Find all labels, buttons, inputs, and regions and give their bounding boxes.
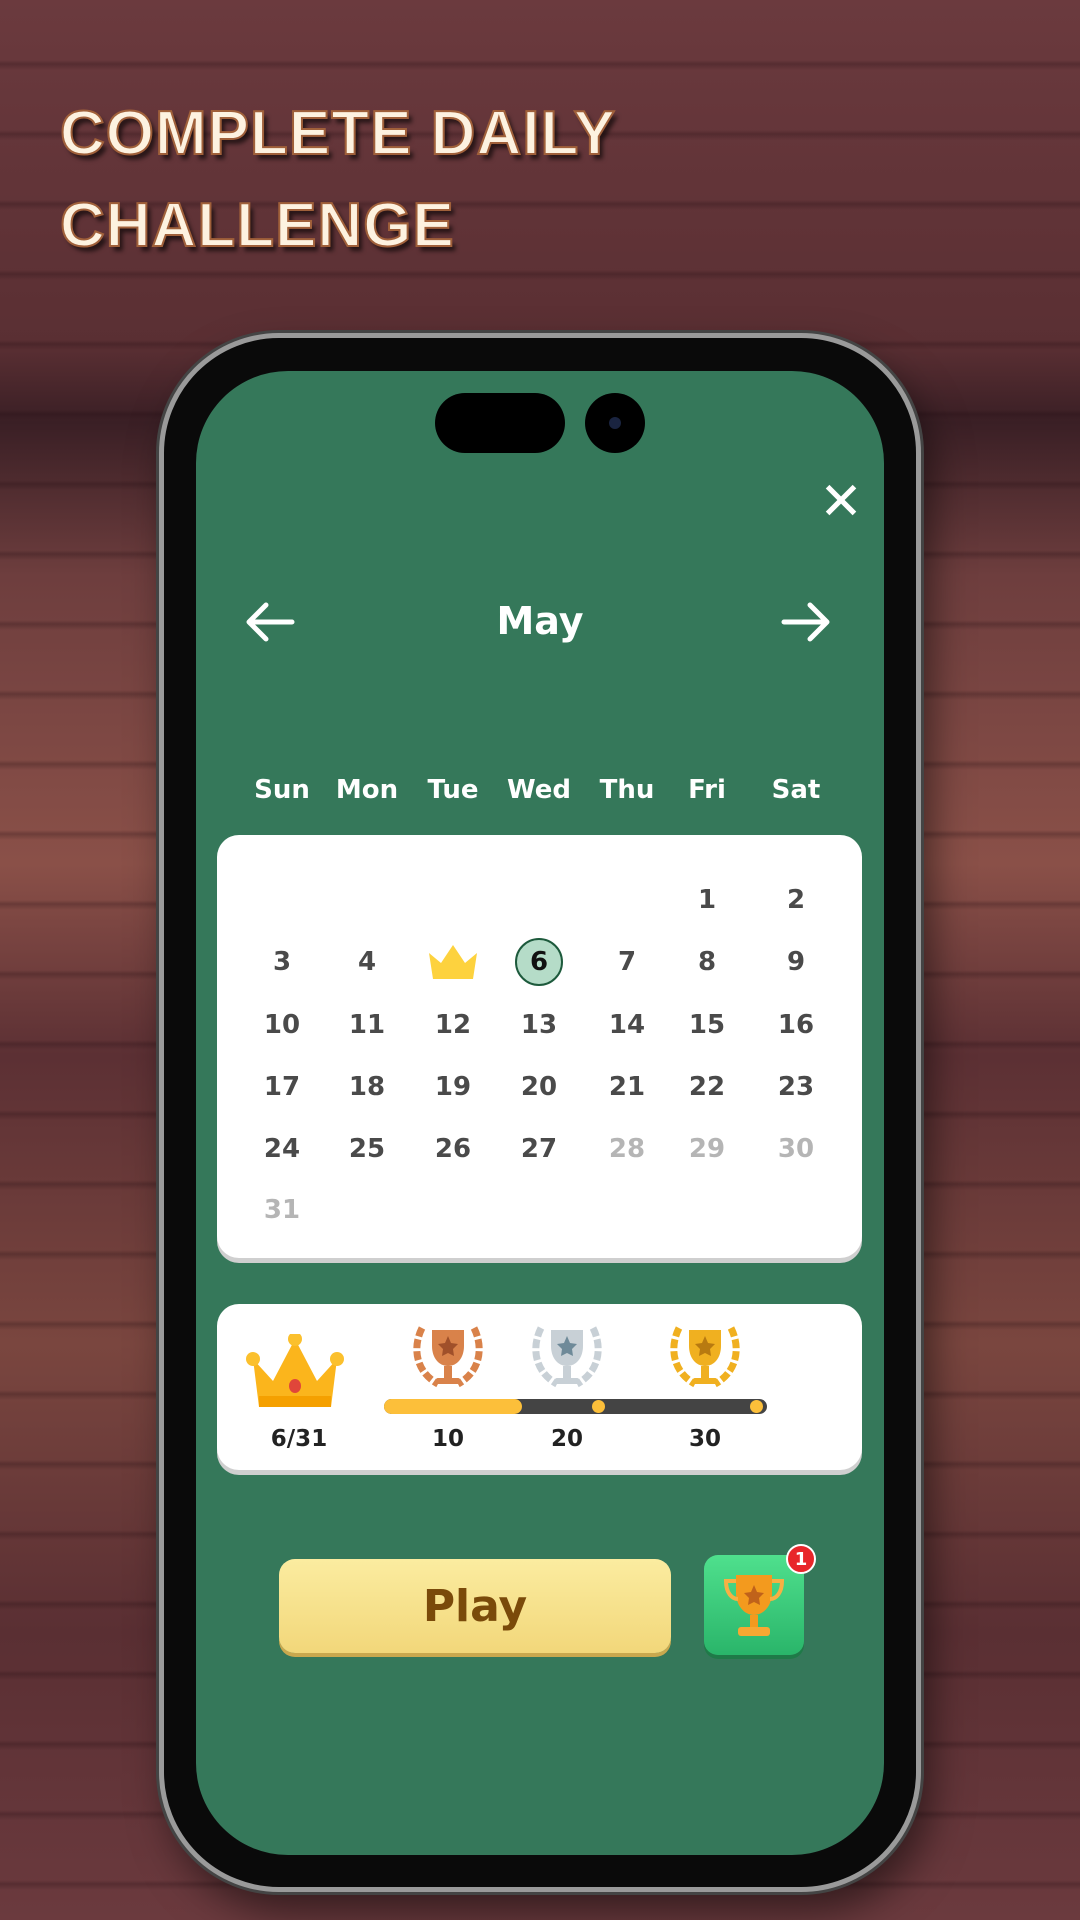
calendar-day[interactable]: 18 (339, 1059, 395, 1115)
weekday-fri: Fri (688, 775, 726, 805)
headline: COMPLETE DAILY CHALLENGE (59, 88, 616, 272)
milestone-label: 20 (550, 1426, 583, 1452)
calendar-day[interactable]: 4 (339, 934, 395, 990)
weekday-tue: Tue (427, 775, 479, 805)
trophy-icon (723, 1575, 785, 1636)
calendar-day: 28 (608, 1134, 646, 1164)
calendar-day: 31 (263, 1195, 301, 1225)
calendar-day: 30 (777, 1134, 815, 1164)
progress-count: 6/31 (270, 1426, 328, 1452)
weekday-header: Sun Mon Tue Wed Thu Fri Sat (196, 775, 884, 815)
calendar-day[interactable]: 20 (511, 1059, 567, 1115)
calendar-day[interactable]: 17 (254, 1059, 310, 1115)
progress-fill (384, 1399, 522, 1414)
weekday-sun: Sun (254, 775, 310, 805)
weekday-thu: Thu (599, 775, 655, 805)
headline-line-2: CHALLENGE (59, 190, 455, 261)
calendar-day[interactable]: 15 (679, 997, 735, 1053)
weekday-mon: Mon (335, 775, 399, 805)
calendar-day[interactable]: 14 (599, 997, 655, 1053)
calendar-day[interactable]: 12 (425, 997, 481, 1053)
calendar-day[interactable]: 10 (254, 997, 310, 1053)
headline-line-1: COMPLETE DAILY (59, 98, 616, 169)
crown-icon (246, 1334, 344, 1407)
calendar-day[interactable]: 1 (679, 872, 735, 928)
bronze-trophy-icon (408, 1318, 488, 1394)
milestone-label: 30 (688, 1426, 721, 1452)
crown-icon (429, 945, 477, 979)
milestone-dot (592, 1400, 605, 1413)
calendar-day[interactable]: 3 (254, 934, 310, 990)
calendar-grid: 1 2 3 4 6 7 8 9 10 11 12 13 14 15 16 17 18 19 20 21 22 23 24 25… (217, 835, 862, 1258)
weekday-wed: Wed (507, 775, 571, 805)
calendar-day[interactable]: 25 (339, 1121, 395, 1177)
calendar-day[interactable]: 23 (768, 1059, 824, 1115)
next-month-button[interactable] (776, 597, 836, 647)
progress-card: 6/31 10 20 30 (217, 1304, 862, 1470)
arrow-right-icon (781, 602, 830, 642)
calendar-day[interactable]: 24 (254, 1121, 310, 1177)
calendar-day[interactable]: 16 (768, 997, 824, 1053)
calendar-day[interactable]: 7 (599, 934, 655, 990)
calendar-day[interactable]: 19 (425, 1059, 481, 1115)
calendar-day[interactable]: 22 (679, 1059, 735, 1115)
close-icon: ✕ (819, 472, 863, 532)
calendar-day[interactable]: 27 (511, 1121, 567, 1177)
gold-trophy-icon (665, 1318, 745, 1394)
calendar-day[interactable]: 8 (679, 934, 735, 990)
calendar-day[interactable]: 13 (511, 997, 567, 1053)
calendar-day[interactable]: 11 (339, 997, 395, 1053)
calendar-day[interactable] (425, 934, 481, 990)
notification-badge: 1 (786, 1544, 816, 1574)
close-button[interactable]: ✕ (816, 476, 866, 528)
play-button[interactable]: Play (279, 1559, 671, 1653)
calendar-day[interactable]: 2 (768, 872, 824, 928)
calendar-day: 29 (688, 1134, 726, 1164)
silver-trophy-icon (527, 1318, 607, 1394)
milestone-label: 10 (431, 1426, 464, 1452)
phone-screen: ✕ May Sun Mon Tue Wed Thu Fri Sat 1 2 3 4 6 7 8 9 10 11… (196, 371, 884, 1855)
calendar-day[interactable]: 26 (425, 1121, 481, 1177)
dynamic-island (435, 393, 565, 453)
calendar-day[interactable]: 9 (768, 934, 824, 990)
calendar-day[interactable]: 6 (515, 938, 563, 986)
progress-bar (384, 1399, 767, 1414)
trophy-button[interactable] (704, 1555, 804, 1655)
milestone-dot (750, 1400, 763, 1413)
calendar-day[interactable]: 21 (599, 1059, 655, 1115)
weekday-sat: Sat (771, 775, 821, 805)
camera (585, 393, 645, 453)
